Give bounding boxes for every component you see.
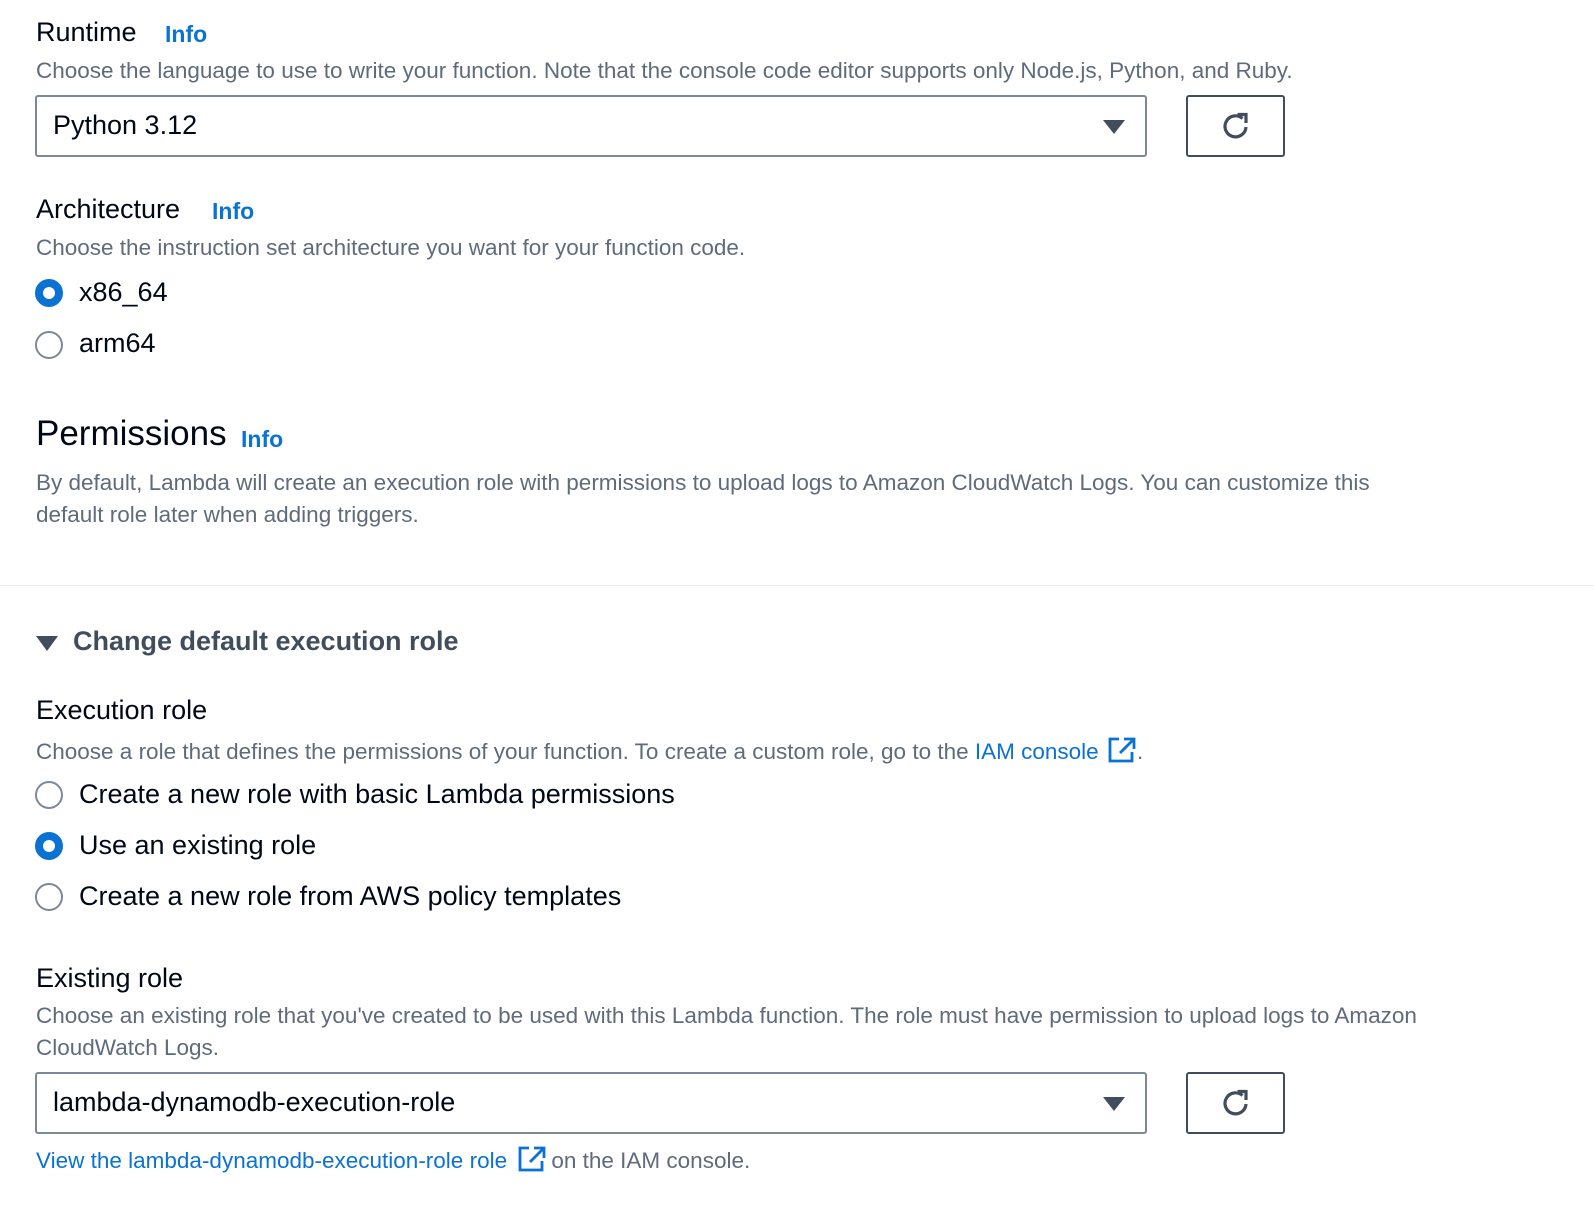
existing-role-description-line2: CloudWatch Logs.	[36, 1035, 220, 1060]
architecture-radio-arm64[interactable]	[35, 331, 63, 359]
change-default-execution-role-toggle[interactable]: Change default execution role	[73, 626, 459, 657]
existing-role-refresh-button[interactable]	[1186, 1072, 1285, 1134]
runtime-label: Runtime	[36, 17, 137, 47]
view-role-line: View the lambda-dynamodb-execution-role …	[36, 1145, 750, 1174]
existing-role-select-value: lambda-dynamodb-execution-role	[53, 1087, 456, 1117]
execution-role-radio-new-basic[interactable]	[35, 781, 63, 809]
permissions-info-link[interactable]: Info	[241, 426, 283, 453]
section-divider	[0, 585, 1594, 586]
runtime-select-value: Python 3.12	[53, 110, 198, 140]
existing-role-select[interactable]: lambda-dynamodb-execution-role	[35, 1072, 1147, 1134]
execution-role-option-label[interactable]: Create a new role from AWS policy templa…	[79, 881, 621, 912]
architecture-option-label[interactable]: arm64	[79, 328, 156, 359]
execution-role-option-label[interactable]: Use an existing role	[79, 830, 316, 861]
architecture-option-label[interactable]: x86_64	[79, 277, 168, 308]
runtime-description: Choose the language to use to write your…	[36, 58, 1293, 83]
architecture-radio-x86[interactable]	[35, 279, 63, 307]
architecture-description: Choose the instruction set architecture …	[36, 235, 746, 260]
execution-role-label: Execution role	[36, 695, 208, 725]
refresh-icon	[1223, 112, 1248, 139]
existing-role-label: Existing role	[36, 963, 184, 993]
architecture-info-link[interactable]: Info	[212, 198, 254, 225]
architecture-label: Architecture	[36, 194, 181, 224]
runtime-refresh-button[interactable]	[1186, 95, 1285, 157]
caret-down-icon[interactable]	[36, 636, 58, 651]
runtime-info-link[interactable]: Info	[165, 21, 207, 48]
chevron-down-icon	[1103, 1097, 1125, 1111]
permissions-description-line2: default role later when adding triggers.	[36, 502, 419, 527]
refresh-icon	[1223, 1089, 1248, 1116]
permissions-description-line1: By default, Lambda will create an execut…	[36, 470, 1370, 495]
execution-role-radio-templates[interactable]	[35, 883, 63, 911]
external-link-icon[interactable]	[517, 1145, 547, 1173]
execution-role-radio-existing[interactable]	[35, 832, 63, 860]
iam-console-link[interactable]: IAM console	[975, 739, 1099, 764]
view-role-link[interactable]: View the lambda-dynamodb-execution-role …	[36, 1148, 507, 1173]
execution-role-description-suffix: .	[1136, 739, 1144, 764]
execution-role-option-label[interactable]: Create a new role with basic Lambda perm…	[79, 779, 675, 810]
runtime-select[interactable]: Python 3.12	[35, 95, 1147, 157]
execution-role-description-text: Choose a role that defines the permissio…	[36, 739, 969, 764]
view-role-suffix: on the IAM console.	[551, 1148, 751, 1173]
external-link-icon[interactable]	[1107, 736, 1137, 764]
execution-role-description: Choose a role that defines the permissio…	[36, 736, 1143, 765]
permissions-heading: Permissions	[36, 414, 227, 453]
existing-role-description-line1: Choose an existing role that you've crea…	[36, 1003, 1417, 1028]
chevron-down-icon	[1103, 120, 1125, 134]
